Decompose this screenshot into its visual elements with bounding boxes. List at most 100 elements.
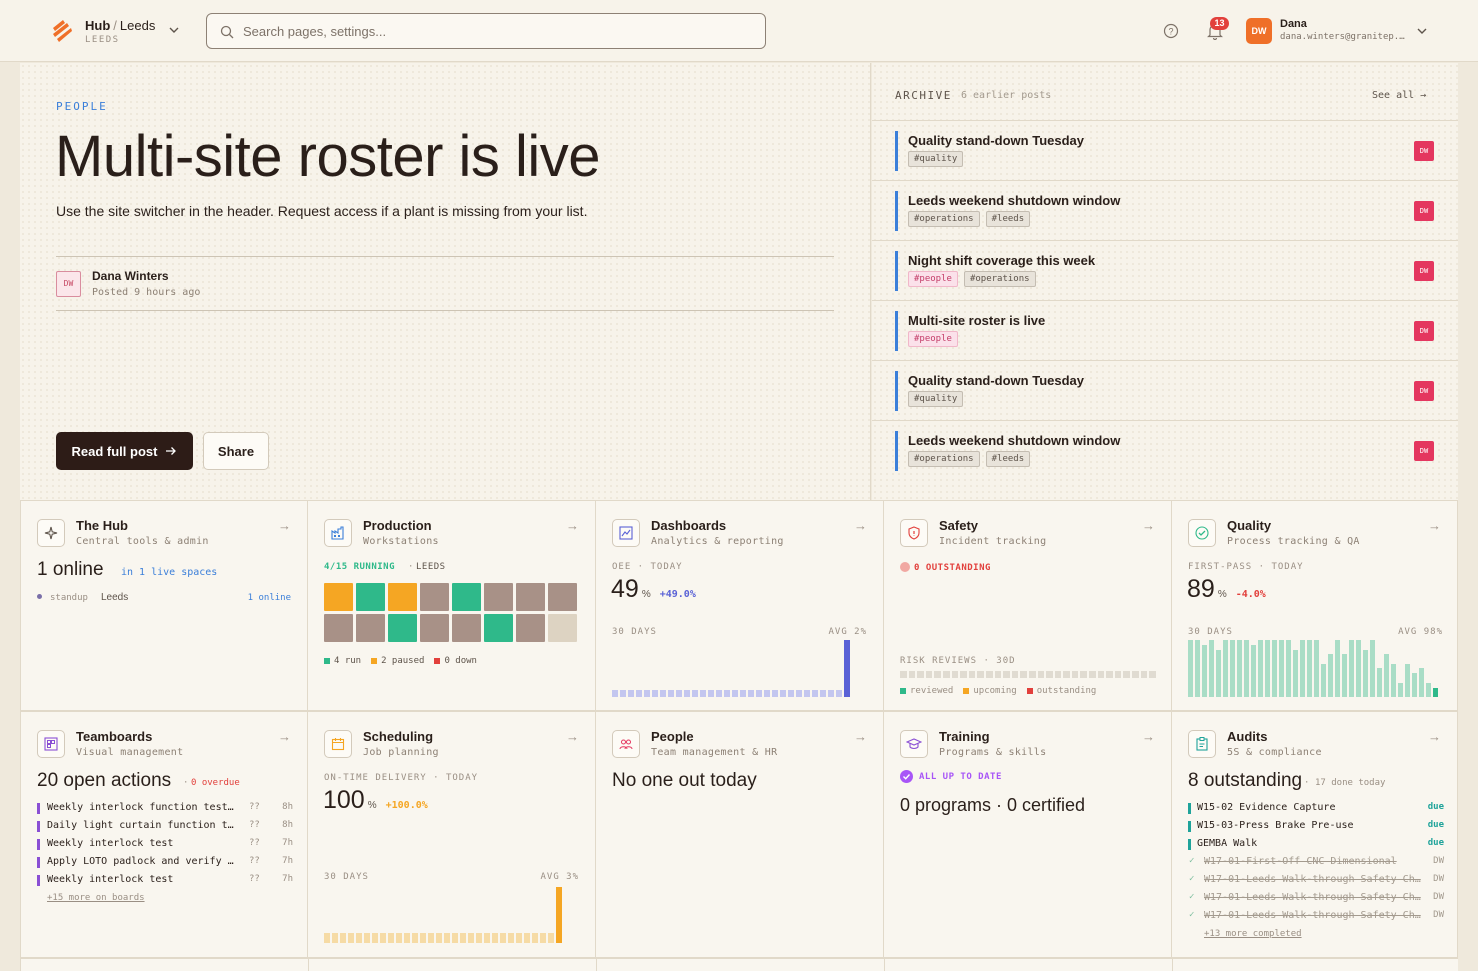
- card-title: Audits: [1227, 729, 1268, 744]
- action-item[interactable]: Daily light curtain function t… ?? 8h: [37, 820, 293, 838]
- card-dashboards[interactable]: Dashboards Analytics & reporting → OEE ·…: [596, 500, 884, 711]
- arrow-right-icon[interactable]: →: [566, 518, 579, 533]
- user-menu-chevron-icon[interactable]: [1416, 25, 1428, 37]
- audit-completed-item[interactable]: ✓ W17-01-Leeds Walk-through Safety Ch… D…: [1188, 910, 1444, 928]
- card-audits[interactable]: Audits 5S & compliance → 8 outstanding ·…: [1172, 711, 1458, 958]
- read-full-post-button[interactable]: Read full post: [56, 432, 193, 470]
- arrow-right-icon[interactable]: →: [278, 729, 291, 744]
- search-input[interactable]: [243, 14, 743, 48]
- card-teamboards[interactable]: Teamboards Visual management → 20 open a…: [20, 711, 308, 958]
- workstation-tile[interactable]: [484, 614, 513, 642]
- post-tag[interactable]: #leeds: [985, 211, 1031, 227]
- archive-item[interactable]: Quality stand-down Tuesday #quality DW: [872, 360, 1458, 420]
- workstation-tile[interactable]: [420, 583, 449, 611]
- action-item[interactable]: Weekly interlock function test… ?? 8h: [37, 802, 293, 820]
- workstation-tile[interactable]: [452, 583, 481, 611]
- more-completed-link[interactable]: +13 more completed: [1204, 929, 1302, 939]
- risk-day-cell: [900, 671, 907, 678]
- arrow-right-icon[interactable]: →: [1428, 729, 1441, 744]
- action-list: Weekly interlock function test… ?? 8h Da…: [37, 802, 293, 892]
- spark-bar: [644, 690, 650, 697]
- archive-item[interactable]: Leeds weekend shutdown window #operation…: [872, 420, 1458, 480]
- top-header: Hub/Leeds LEEDS ? 13 DW Dana dana.winter…: [0, 0, 1478, 62]
- search-icon: [220, 25, 234, 39]
- accent-bar: [895, 371, 898, 411]
- status-bar: [1188, 803, 1191, 814]
- post-tag[interactable]: #quality: [908, 391, 964, 407]
- spark-bar: [1321, 664, 1326, 697]
- spark-bar: [1307, 640, 1312, 697]
- workstation-tile[interactable]: [452, 614, 481, 642]
- audit-due-item[interactable]: GEMBA Walk due: [1188, 838, 1444, 856]
- archive-item[interactable]: Multi-site roster is live #people DW: [872, 300, 1458, 360]
- audit-due-item[interactable]: W15-02 Evidence Capture due: [1188, 802, 1444, 820]
- share-button[interactable]: Share: [203, 432, 269, 470]
- post-tag[interactable]: #people: [908, 271, 958, 287]
- more-on-boards-link[interactable]: +15 more on boards: [47, 893, 145, 903]
- card-quality[interactable]: Quality Process tracking & QA → FIRST-PA…: [1172, 500, 1458, 711]
- workstation-tile[interactable]: [548, 583, 577, 611]
- post-tag[interactable]: #quality: [908, 151, 964, 167]
- post-tag[interactable]: #leeds: [985, 451, 1031, 467]
- hub-logo-icon[interactable]: [49, 18, 75, 44]
- workstation-grid: [324, 583, 580, 642]
- spark-bar: [364, 933, 370, 943]
- arrow-right-icon[interactable]: →: [854, 729, 867, 744]
- workstation-tile[interactable]: [516, 614, 545, 642]
- accent-bar: [895, 131, 898, 171]
- action-item[interactable]: Weekly interlock test ?? 7h: [37, 838, 293, 856]
- range-label: 30 DAYS: [612, 627, 657, 637]
- workstation-tile[interactable]: [420, 614, 449, 642]
- action-item[interactable]: Weekly interlock test ?? 7h: [37, 874, 293, 892]
- user-name[interactable]: Dana: [1280, 18, 1307, 30]
- chevron-down-icon[interactable]: [168, 24, 180, 36]
- post-tag[interactable]: #operations: [908, 451, 980, 467]
- workstation-tile[interactable]: [388, 583, 417, 611]
- card-scheduling[interactable]: Scheduling Job planning → ON-TIME DELIVE…: [308, 711, 596, 958]
- user-avatar[interactable]: DW: [1246, 18, 1272, 44]
- archive-item[interactable]: Leeds weekend shutdown window #operation…: [872, 180, 1458, 240]
- audit-completed-item[interactable]: ✓ W17-01-First-Off CNC Dimensional DW: [1188, 856, 1444, 874]
- card-training[interactable]: Training Programs & skills → ALL UP TO D…: [884, 711, 1172, 958]
- arrow-right-icon[interactable]: →: [1428, 518, 1441, 533]
- risk-day-cell: [1114, 671, 1122, 678]
- workstation-tile[interactable]: [356, 614, 385, 642]
- card-production[interactable]: Production Workstations → 4/15 RUNNING ·…: [308, 500, 596, 711]
- workstation-tile[interactable]: [516, 583, 545, 611]
- arrow-right-icon[interactable]: →: [1142, 518, 1155, 533]
- card-the-hub[interactable]: The Hub Central tools & admin → 1 online…: [20, 500, 308, 711]
- post-tag[interactable]: #operations: [908, 211, 980, 227]
- action-item[interactable]: Apply LOTO padlock and verify … ?? 7h: [37, 856, 293, 874]
- spark-bar: [1223, 640, 1228, 697]
- workstation-tile[interactable]: [324, 614, 353, 642]
- see-all-link[interactable]: See all →: [1372, 90, 1426, 101]
- arrow-right-icon[interactable]: →: [566, 729, 579, 744]
- post-tag[interactable]: #operations: [963, 271, 1036, 287]
- spark-bar: [708, 690, 714, 697]
- audit-completed-item[interactable]: ✓ W17-01-Leeds Walk-through Safety Ch… D…: [1188, 874, 1444, 892]
- site-switcher[interactable]: Hub / Leeds LEEDS: [85, 18, 155, 45]
- help-icon[interactable]: ?: [1163, 23, 1179, 39]
- post-tag[interactable]: #people: [908, 331, 958, 347]
- workstation-tile[interactable]: [356, 583, 385, 611]
- workstation-tile[interactable]: [388, 614, 417, 642]
- workstation-tile[interactable]: [484, 583, 513, 611]
- space-name[interactable]: standup: [50, 593, 88, 603]
- archive-item[interactable]: Quality stand-down Tuesday #quality DW: [872, 120, 1458, 180]
- spark-bar: [348, 933, 354, 943]
- workstation-tile[interactable]: [324, 583, 353, 611]
- arrow-right-icon[interactable]: →: [854, 518, 867, 533]
- arrow-right-icon[interactable]: →: [278, 518, 291, 533]
- arrow-right-icon[interactable]: →: [1142, 729, 1155, 744]
- card-people[interactable]: People Team management & HR → No one out…: [596, 711, 884, 958]
- search-box[interactable]: [206, 13, 766, 49]
- workstation-tile[interactable]: [548, 614, 577, 642]
- audit-due-item[interactable]: W15-03-Press Brake Pre-use due: [1188, 820, 1444, 838]
- risk-day-cell: [1011, 671, 1019, 678]
- production-site: LEEDS: [416, 562, 446, 572]
- spark-bar: [804, 690, 810, 697]
- spark-bar: [532, 933, 538, 943]
- card-safety[interactable]: Safety Incident tracking → 0 OUTSTANDING…: [884, 500, 1172, 711]
- archive-item[interactable]: Night shift coverage this week #people #o…: [872, 240, 1458, 300]
- audit-completed-item[interactable]: ✓ W17-01-Leeds Walk-through Safety Ch… D…: [1188, 892, 1444, 910]
